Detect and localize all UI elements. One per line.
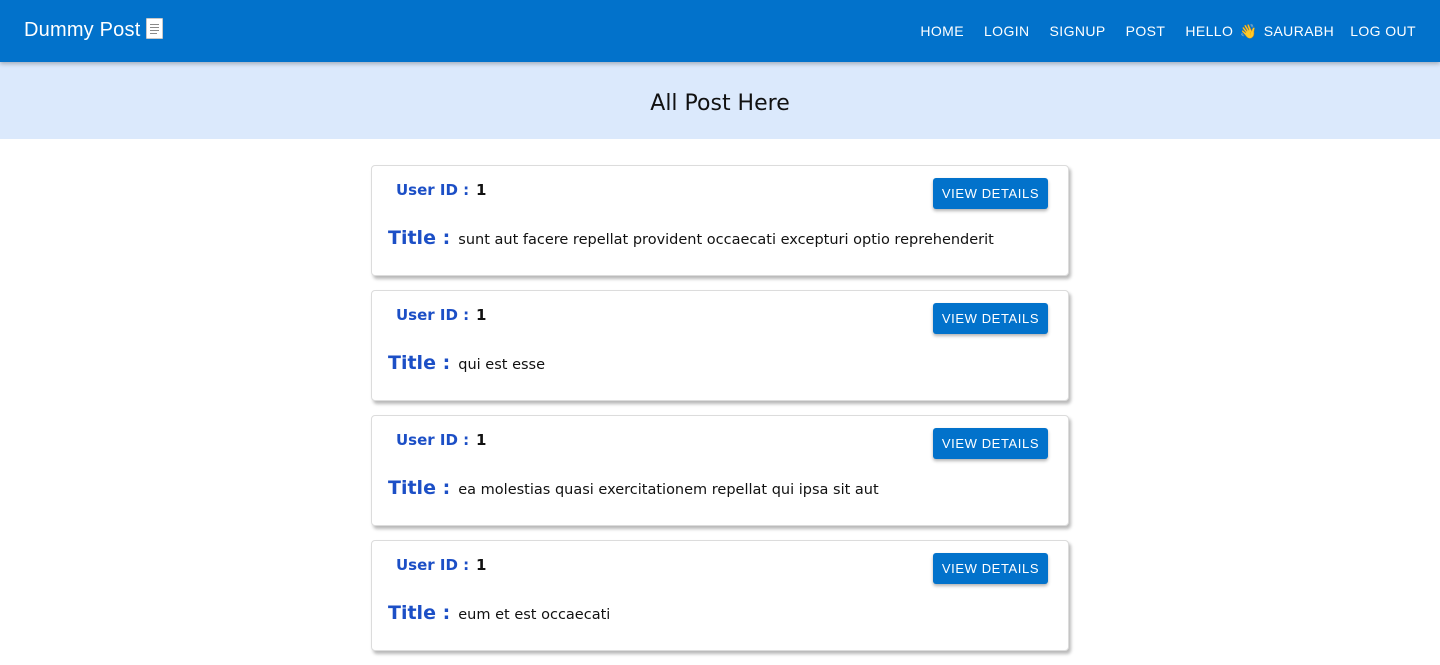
- nav-login[interactable]: LOGIN: [974, 19, 1040, 43]
- view-details-button[interactable]: VIEW DETAILS: [933, 178, 1048, 209]
- nav-post[interactable]: POST: [1116, 19, 1176, 43]
- user-id-row: User ID : 1: [396, 305, 486, 325]
- user-id-row: User ID : 1: [396, 555, 486, 575]
- post-card: User ID : 1 VIEW DETAILS Title : qui est…: [371, 290, 1069, 401]
- user-id-value: 1: [475, 181, 487, 199]
- post-title-row: Title : ea molestias quasi exercitatione…: [388, 474, 879, 504]
- user-id-value: 1: [475, 306, 487, 324]
- post-title-row: Title : eum et est occaecati: [388, 599, 610, 629]
- user-id-label: User ID :: [396, 431, 470, 449]
- post-list: User ID : 1 VIEW DETAILS Title : sunt au…: [371, 165, 1071, 665]
- post-card: User ID : 1 VIEW DETAILS Title : eum et …: [371, 540, 1069, 651]
- post-card: User ID : 1 VIEW DETAILS Title : ea mole…: [371, 415, 1069, 526]
- post-title: eum et est occaecati: [458, 607, 611, 623]
- user-id-row: User ID : 1: [396, 430, 486, 450]
- brand[interactable]: Dummy Post: [24, 18, 164, 42]
- app-bar: Dummy Post HOME LOGIN SIGNUP POST HELLO …: [0, 0, 1440, 62]
- post-title-row: Title : sunt aut facere repellat provide…: [388, 224, 994, 254]
- waving-hand-icon: 👋: [1239, 23, 1258, 39]
- document-icon: [146, 18, 164, 39]
- user-id-label: User ID :: [396, 556, 470, 574]
- user-id-row: User ID : 1: [396, 180, 486, 200]
- post-title-label: Title :: [388, 602, 451, 624]
- nav-signup[interactable]: SIGNUP: [1040, 19, 1116, 43]
- post-title-label: Title :: [388, 227, 451, 249]
- user-id-value: 1: [475, 556, 487, 574]
- nav-home[interactable]: HOME: [910, 19, 974, 43]
- post-title-label: Title :: [388, 477, 451, 499]
- user-id-label: User ID :: [396, 181, 470, 199]
- nav-logout[interactable]: LOG OUT: [1340, 19, 1416, 43]
- view-details-button[interactable]: VIEW DETAILS: [933, 428, 1048, 459]
- post-card: User ID : 1 VIEW DETAILS Title : sunt au…: [371, 165, 1069, 276]
- view-details-button[interactable]: VIEW DETAILS: [933, 553, 1048, 584]
- nav-greeting[interactable]: HELLO 👋 SAURABH: [1175, 19, 1340, 43]
- page-header: All Post Here: [0, 62, 1440, 139]
- post-title: sunt aut facere repellat provident occae…: [458, 232, 994, 248]
- post-title: ea molestias quasi exercitationem repell…: [458, 482, 879, 498]
- user-id-value: 1: [475, 431, 487, 449]
- greeting-user-name: SAURABH: [1263, 23, 1335, 39]
- post-title-row: Title : qui est esse: [388, 349, 545, 379]
- user-id-label: User ID :: [396, 306, 470, 324]
- view-details-button[interactable]: VIEW DETAILS: [933, 303, 1048, 334]
- greeting-prefix: HELLO: [1185, 23, 1234, 39]
- top-nav: HOME LOGIN SIGNUP POST HELLO 👋 SAURABH L…: [910, 19, 1416, 43]
- brand-title: Dummy Post: [24, 19, 141, 41]
- post-title: qui est esse: [458, 357, 546, 373]
- page-title: All Post Here: [650, 91, 790, 116]
- post-title-label: Title :: [388, 352, 451, 374]
